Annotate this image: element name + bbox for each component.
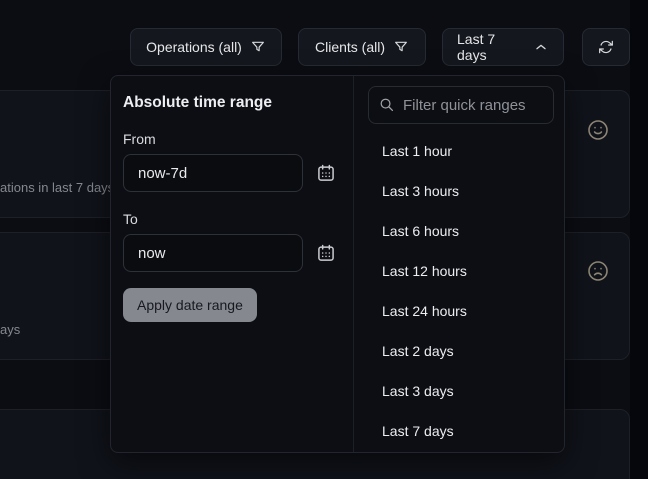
card-caption-fragment: ays (0, 322, 20, 337)
to-input[interactable] (123, 234, 303, 272)
clients-filter-label: Clients (all) (315, 39, 385, 55)
from-calendar-button[interactable] (316, 163, 336, 183)
operations-filter-button[interactable]: Operations (all) (130, 28, 282, 66)
quick-range-option-last-6-hours[interactable]: Last 6 hours (354, 211, 564, 251)
quick-range-option-last-7-days[interactable]: Last 7 days (354, 411, 564, 451)
quick-range-option-last-3-hours[interactable]: Last 3 hours (354, 171, 564, 211)
card-caption-fragment: ations in last 7 days (0, 180, 114, 195)
chevron-up-icon (533, 39, 549, 55)
app-window: ations in last 7 days ays Operations (al… (0, 0, 648, 479)
refresh-button[interactable] (582, 28, 630, 66)
filter-funnel-icon (393, 39, 409, 55)
quick-range-option-last-2-days[interactable]: Last 2 days (354, 331, 564, 371)
from-label: From (123, 131, 339, 147)
refresh-icon (598, 39, 614, 55)
quick-range-option-last-24-hours[interactable]: Last 24 hours (354, 291, 564, 331)
sad-face-icon (586, 259, 610, 283)
to-calendar-button[interactable] (316, 243, 336, 263)
smiley-face-icon (586, 118, 610, 142)
quick-ranges-section: Last 1 hour Last 3 hours Last 6 hours La… (353, 76, 564, 452)
time-range-label: Last 7 days (457, 31, 525, 63)
operations-filter-label: Operations (all) (146, 39, 242, 55)
calendar-icon (316, 163, 336, 183)
apply-date-range-button[interactable]: Apply date range (123, 288, 257, 322)
calendar-icon (316, 243, 336, 263)
quick-range-option-last-12-hours[interactable]: Last 12 hours (354, 251, 564, 291)
page-right-gutter (630, 0, 648, 479)
time-range-dropdown: Absolute time range From To (110, 75, 565, 453)
quick-ranges-list: Last 1 hour Last 3 hours Last 6 hours La… (354, 131, 564, 451)
time-range-button[interactable]: Last 7 days (442, 28, 564, 66)
quick-range-option-last-1-hour[interactable]: Last 1 hour (354, 131, 564, 171)
from-input[interactable] (123, 154, 303, 192)
clients-filter-button[interactable]: Clients (all) (298, 28, 426, 66)
absolute-range-title: Absolute time range (123, 94, 339, 112)
absolute-range-section: Absolute time range From To (111, 76, 353, 452)
quick-range-option-last-3-days[interactable]: Last 3 days (354, 371, 564, 411)
quick-ranges-search-input[interactable] (368, 86, 554, 124)
to-label: To (123, 211, 339, 227)
filter-funnel-icon (250, 39, 266, 55)
